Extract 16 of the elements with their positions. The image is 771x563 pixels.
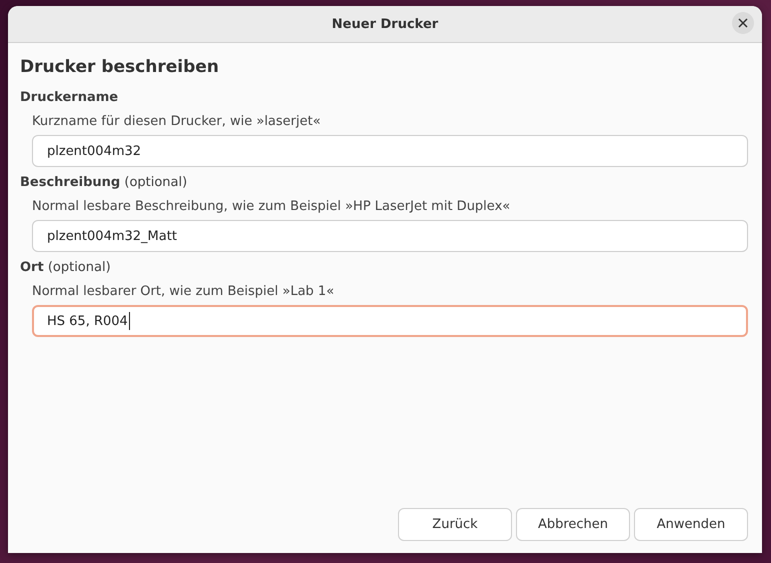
dialog-button[interactable]: Abbrechen — [516, 508, 630, 541]
field-hint: Kurzname für diesen Drucker, wie »laserjet« — [32, 113, 322, 131]
input-field[interactable]: plzent004m32 — [32, 135, 748, 167]
field-hint: Normal lesbarer Ort, wie zum Beispiel »Lab 1« — [32, 283, 336, 301]
input-field[interactable]: plzent004m32_Matt — [32, 220, 748, 252]
close-icon — [738, 18, 748, 28]
field-label: Druckername — [20, 89, 120, 107]
field-label: Beschreibung (optional) — [20, 174, 188, 192]
close-button[interactable] — [732, 12, 754, 34]
window-title: Neuer Drucker — [332, 16, 438, 32]
section-heading: Drucker beschreiben — [20, 56, 220, 79]
dialog-button[interactable]: Anwenden — [634, 508, 748, 541]
dialog-button[interactable]: Zurück — [398, 508, 512, 541]
field-label: Ort (optional) — [20, 259, 112, 277]
field-hint: Normal lesbare Beschreibung, wie zum Beispiel »HP LaserJet mit Duplex« — [32, 198, 512, 216]
input-field[interactable]: HS 65, R004 — [32, 305, 748, 337]
